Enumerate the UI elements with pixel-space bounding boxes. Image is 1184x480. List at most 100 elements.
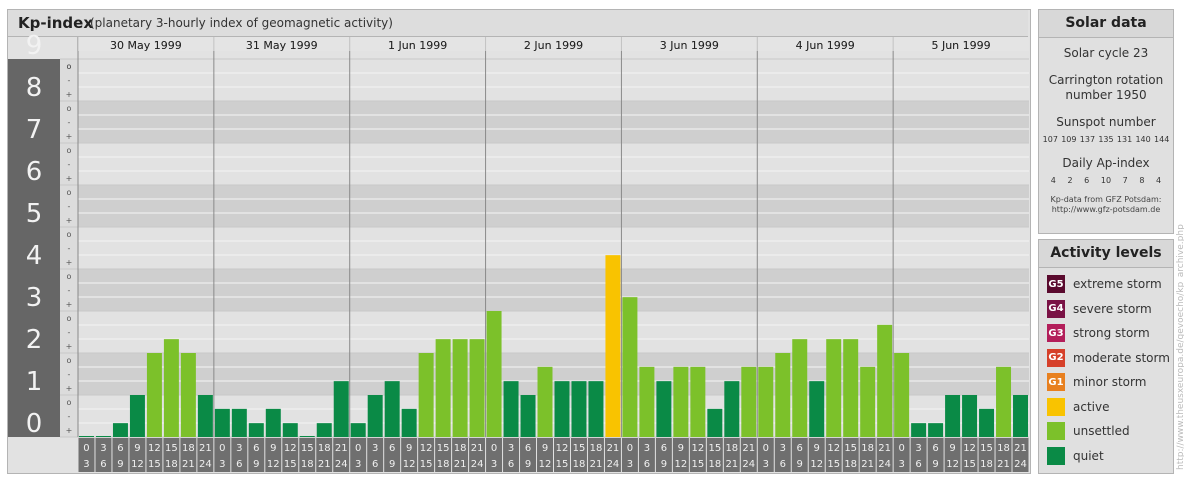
sunspot-label: Sunspot number <box>1056 115 1156 129</box>
kp-bar <box>299 436 315 437</box>
interval-end-label: 18 <box>980 459 993 470</box>
interval-end-label: 12 <box>946 459 959 470</box>
y-minor-tick-label: + <box>66 300 73 309</box>
y-tick-label: 2 <box>26 325 43 355</box>
y-minor-tick-label: o <box>67 188 72 197</box>
sunspot-value: 107 <box>1042 135 1058 144</box>
kp-bar <box>452 339 468 437</box>
kp-bar <box>945 395 961 437</box>
kp-bar <box>163 339 179 437</box>
level-label: quiet <box>1073 448 1104 463</box>
kp-bar-chart: 0123456789+-o+-o+-o+-o+-o+-o+-o+-o+-oo30… <box>8 31 1029 472</box>
interval-start-label: 18 <box>182 443 195 454</box>
interval-start-label: 0 <box>491 443 497 454</box>
kp-bar <box>401 408 417 437</box>
kp-bar <box>350 423 366 437</box>
interval-start-label: 6 <box>525 443 531 454</box>
level-quiet: quiet <box>1039 444 1173 469</box>
kp-bar <box>146 353 162 437</box>
interval-start-label: 0 <box>219 443 225 454</box>
ap-value: 10 <box>1100 176 1112 185</box>
sunspot-value: 135 <box>1098 135 1114 144</box>
level-swatch: G4 <box>1047 299 1065 318</box>
kp-bar <box>231 408 247 437</box>
interval-end-label: 18 <box>844 459 857 470</box>
interval-start-label: 6 <box>932 443 938 454</box>
interval-start-label: 12 <box>284 443 297 454</box>
interval-end-label: 21 <box>454 459 467 470</box>
y-minor-tick-label: + <box>66 132 73 141</box>
interval-end-label: 15 <box>691 459 704 470</box>
level-g2: G2 moderate storm <box>1039 346 1173 371</box>
kp-bar <box>996 366 1012 437</box>
kp-bar <box>112 423 128 437</box>
kp-band-8 <box>8 59 1029 101</box>
kp-bar <box>894 353 910 437</box>
interval-start-label: 18 <box>590 443 603 454</box>
interval-end-label: 15 <box>420 459 433 470</box>
kp-bar <box>962 395 978 437</box>
ap-value: 4 <box>1156 176 1162 185</box>
y-tick-label: 4 <box>26 241 43 271</box>
interval-end-label: 9 <box>525 459 531 470</box>
credit-line-1: Kp-data from GFZ Potsdam: <box>1050 195 1162 204</box>
interval-start-label: 18 <box>454 443 467 454</box>
interval-end-label: 21 <box>590 459 603 470</box>
ap-value: 8 <box>1139 176 1145 185</box>
day-label: 2 Jun 1999 <box>524 39 583 52</box>
interval-start-label: 9 <box>406 443 412 454</box>
kp-bar <box>758 366 774 437</box>
level-unsettled: unsettled <box>1039 419 1173 444</box>
y-minor-tick-label: - <box>68 370 71 379</box>
interval-end-label: 15 <box>148 459 161 470</box>
ap-value: 7 <box>1122 176 1128 185</box>
level-label: moderate storm <box>1073 350 1170 365</box>
interval-end-label: 3 <box>627 459 633 470</box>
carrington-line-2: number 1950 <box>1065 88 1147 102</box>
interval-end-label: 3 <box>355 459 361 470</box>
level-swatch <box>1047 397 1065 416</box>
y-minor-tick-label: + <box>66 342 73 351</box>
y-tick-label: 9 <box>26 31 43 61</box>
interval-start-label: 9 <box>678 443 684 454</box>
y-minor-tick-label: + <box>66 384 73 393</box>
interval-end-label: 9 <box>797 459 803 470</box>
ap-values: 4 2 6 10 7 8 4 <box>1039 176 1173 185</box>
interval-end-label: 6 <box>100 459 106 470</box>
interval-start-label: 15 <box>980 443 993 454</box>
level-g5: G5 extreme storm <box>1039 272 1173 297</box>
day-label: 4 Jun 1999 <box>796 39 855 52</box>
interval-start-label: 3 <box>644 443 650 454</box>
interval-start-label: 3 <box>372 443 378 454</box>
kp-bar <box>775 353 791 437</box>
interval-end-label: 15 <box>827 459 840 470</box>
kp-band-6 <box>8 143 1029 185</box>
interval-end-label: 6 <box>236 459 242 470</box>
interval-end-label: 6 <box>644 459 650 470</box>
interval-start-label: 12 <box>148 443 161 454</box>
kp-bar <box>656 381 672 437</box>
interval-start-label: 12 <box>556 443 569 454</box>
kp-bar <box>826 339 842 437</box>
kp-bar <box>928 423 944 437</box>
level-label: extreme storm <box>1073 277 1162 292</box>
interval-start-label: 18 <box>861 443 874 454</box>
interval-start-label: 3 <box>236 443 242 454</box>
ap-value: 6 <box>1084 176 1090 185</box>
interval-end-label: 3 <box>491 459 497 470</box>
interval-start-label: 18 <box>318 443 331 454</box>
credit-link[interactable]: http://www.gfz-potsdam.de <box>1039 205 1173 215</box>
kp-bar <box>1013 395 1028 437</box>
sunspot-value: 137 <box>1079 135 1096 144</box>
interval-start-label: 6 <box>389 443 395 454</box>
level-g4: G4 severe storm <box>1039 297 1173 322</box>
level-swatch <box>1047 446 1065 465</box>
interval-end-label: 3 <box>763 459 769 470</box>
y-minor-tick-label: - <box>68 328 71 337</box>
kp-bar <box>724 381 740 437</box>
level-active: active <box>1039 395 1173 420</box>
kp-bar <box>520 395 536 437</box>
interval-start-label: 12 <box>420 443 433 454</box>
interval-start-label: 15 <box>165 443 178 454</box>
kp-bar <box>843 339 859 437</box>
